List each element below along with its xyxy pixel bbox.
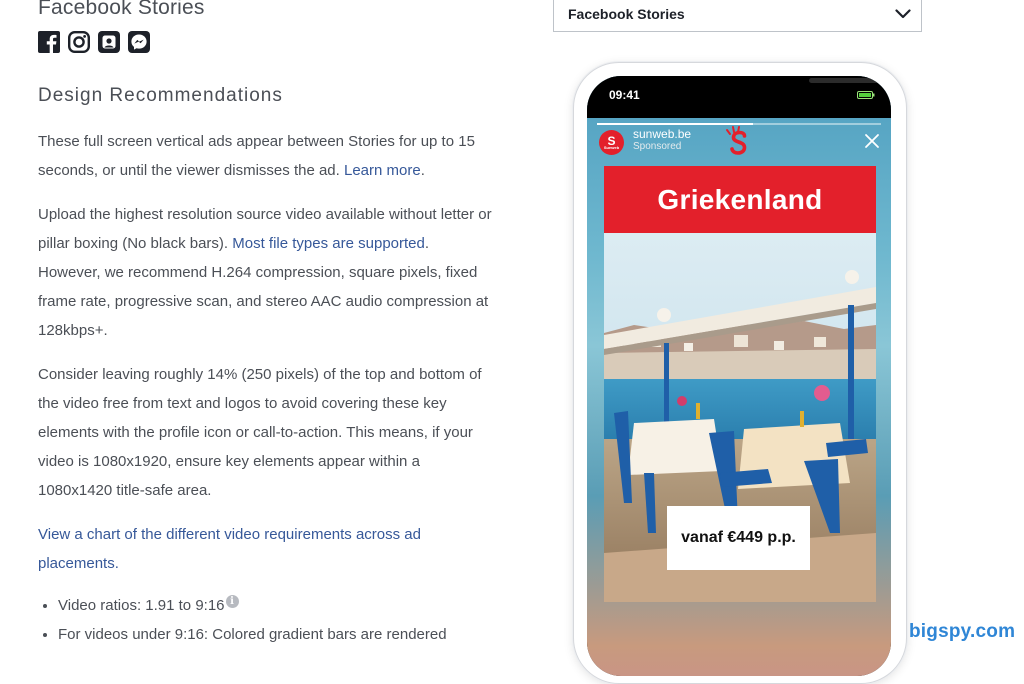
platform-icons [38, 31, 150, 53]
status-time: 09:41 [609, 88, 640, 102]
instagram-icon[interactable] [68, 31, 90, 53]
list-item: For videos under 9:16: Colored gradient … [58, 620, 493, 649]
placement-dropdown[interactable]: Facebook Stories [553, 0, 922, 32]
watermark: bigspy.com [909, 621, 1016, 642]
section-heading: Design Recommendations [38, 85, 283, 106]
phone-speaker [809, 78, 891, 83]
ad-headline: Griekenland [604, 166, 876, 233]
brand-name[interactable]: sunweb.be [633, 127, 691, 141]
spec-ratio-text: Video ratios: 1.91 to 9:16 [58, 597, 225, 614]
info-icon[interactable]: i [225, 595, 239, 608]
phone-screen: 09:41 S Sunweb sunweb.be Sponsored Griek… [587, 76, 891, 676]
video-requirements-chart-link[interactable]: View a chart of the different video requ… [38, 526, 421, 572]
messenger-icon[interactable] [128, 31, 150, 53]
battery-icon [857, 91, 875, 99]
sunweb-logo-icon [726, 126, 747, 155]
phone-preview: 09:41 S Sunweb sunweb.be Sponsored Griek… [573, 62, 907, 684]
paragraph-intro: These full screen vertical ads appear be… [38, 133, 475, 179]
list-item: Video ratios: 1.91 to 9:16i [58, 591, 493, 620]
learn-more-link[interactable]: Learn more [344, 162, 421, 179]
paragraph-upload: Upload the highest resolution source vid… [38, 200, 493, 345]
sponsored-label: Sponsored [633, 141, 682, 152]
close-icon[interactable] [863, 132, 881, 150]
audience-network-icon[interactable] [98, 31, 120, 53]
status-bar: 09:41 [587, 76, 891, 118]
phone-notch [691, 76, 891, 102]
video-spec-list: Video ratios: 1.91 to 9:16i For videos u… [38, 591, 493, 649]
brand-avatar[interactable]: S Sunweb [599, 130, 624, 155]
page-title: Facebook Stories [38, 0, 205, 19]
ad-creative[interactable]: Griekenland vanaf €449 p.p. [604, 166, 876, 602]
chevron-down-icon [895, 9, 911, 19]
facebook-icon[interactable] [38, 31, 60, 53]
file-types-link[interactable]: Most file types are supported [232, 235, 425, 252]
recommendations-content: These full screen vertical ads appear be… [38, 127, 493, 649]
placement-dropdown-value: Facebook Stories [568, 6, 685, 22]
paragraph-chart-link: View a chart of the different video requ… [38, 520, 493, 578]
paragraph-safe-area: Consider leaving roughly 14% (250 pixels… [38, 366, 482, 499]
brand-avatar-tiny-label: Sunweb [603, 145, 620, 150]
price-label: vanaf €449 p.p. [667, 506, 810, 570]
